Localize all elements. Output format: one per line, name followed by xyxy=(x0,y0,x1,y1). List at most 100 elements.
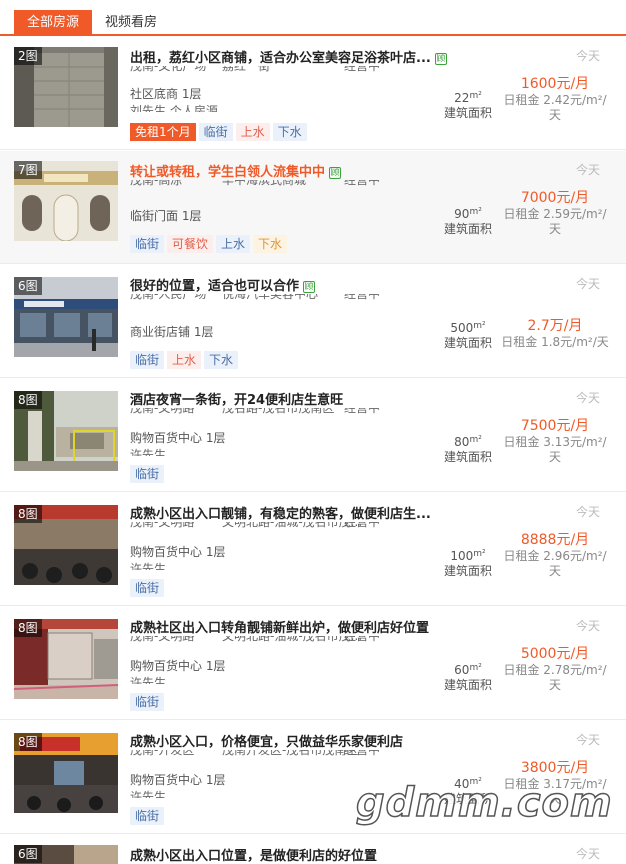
operating-status: 经营中 xyxy=(344,294,381,301)
tag-water-supply: 上水 xyxy=(167,351,202,369)
address-street: 茂名路-茂名市茂南区 xyxy=(222,408,335,415)
verified-icon: 顾 xyxy=(434,53,447,65)
listing-address: 茂南-高凉 华中海滨式商城 经营中 xyxy=(130,180,440,189)
feature-tags: 临街 xyxy=(130,463,167,483)
tag-drainage: 下水 xyxy=(253,235,288,253)
operating-status: 经营中 xyxy=(344,636,381,643)
tag-water-supply: 上水 xyxy=(235,123,270,141)
listing-tabs: 全部房源 视频看房 xyxy=(0,0,626,36)
photo-count-badge: 6图 xyxy=(14,277,42,295)
listing-title[interactable]: 酒店夜宵一条街，开24便利店生意旺 xyxy=(130,393,343,407)
floor-area: 80m² 建筑面积 xyxy=(438,433,498,465)
contact-name: 许先生 xyxy=(130,790,167,798)
feature-tags: 临街 xyxy=(130,805,167,825)
listing-photo[interactable]: 8图 xyxy=(14,619,118,699)
monthly-rent: 8888元/月 xyxy=(520,532,590,548)
listing-title[interactable]: 很好的位置，适合也可以合作 xyxy=(130,279,299,293)
listing-photo[interactable]: 8图 xyxy=(14,733,118,813)
area-unit: m² xyxy=(469,207,482,217)
listing-title[interactable]: 成熟小区出入口位置，是做便利店的好位置 xyxy=(130,849,377,863)
address-district[interactable]: 茂南-人民广场 xyxy=(130,294,206,302)
listing-title[interactable]: 成熟社区出入口转角靓铺新鲜出炉，做便利店好位置 xyxy=(130,621,429,635)
listing-photo[interactable]: 8图 xyxy=(14,391,118,471)
post-date: 今天 xyxy=(575,163,600,177)
monthly-rent: 7000元/月 xyxy=(520,190,590,206)
photo-count-badge: 7图 xyxy=(14,161,42,179)
tag-water-supply: 上水 xyxy=(216,235,251,253)
listing-item[interactable]: 6图 很好的位置，适合也可以合作顾 茂南-人民广场 悦海汽车美容中心 经营中 商… xyxy=(0,265,626,378)
tag-street-facing: 临街 xyxy=(130,351,165,369)
listing-item[interactable]: 6图 成熟小区出入口位置，是做便利店的好位置 今天 xyxy=(0,835,626,864)
listing-title[interactable]: 转让或转租，学生白领人流集中中 xyxy=(130,165,325,179)
listing-contact: 许先生 xyxy=(130,789,330,798)
area-value: 22 xyxy=(454,91,470,105)
listing-title[interactable]: 成熟小区入口，价格便宜，只做益华乐家便利店 xyxy=(130,735,403,749)
listing-photo[interactable]: 8图 xyxy=(14,505,118,585)
photo-count-badge: 2图 xyxy=(14,47,42,65)
verified-icon: 顾 xyxy=(303,281,316,293)
operating-status: 经营中 xyxy=(344,522,381,529)
listing-item[interactable]: 8图 成熟小区出入口靓铺，有稳定的熟客，做便利店生... 茂南-文明路 文明北路… xyxy=(0,493,626,606)
area-unit: m² xyxy=(473,321,486,331)
post-date: 今天 xyxy=(575,505,600,519)
address-district[interactable]: 茂南-文明路 xyxy=(130,408,194,416)
listing-title-row: 很好的位置，适合也可以合作顾 xyxy=(130,275,450,293)
floor-area: 90m² 建筑面积 xyxy=(438,205,498,237)
address-district[interactable]: 茂南-文明路 xyxy=(130,636,194,644)
listing-photo[interactable]: 2图 xyxy=(14,47,118,127)
monthly-rent: 3800元/月 xyxy=(520,760,590,776)
listing-item[interactable]: 7图 转让或转租，学生白领人流集中中顾 茂南-高凉 华中海滨式商城 经营中 临街… xyxy=(0,151,626,264)
tab-all-listings[interactable]: 全部房源 xyxy=(14,10,92,36)
listing-address: 茂南-文明路 文明北路-油城-茂名市茂... 经营中 xyxy=(130,636,440,645)
listing-item[interactable]: 8图 酒店夜宵一条街，开24便利店生意旺 茂南-文明路 茂名路-茂名市茂南区 经… xyxy=(0,379,626,492)
listing-item[interactable]: 8图 成熟社区出入口转角靓铺新鲜出炉，做便利店好位置 茂南-文明路 文明北路-油… xyxy=(0,607,626,720)
floor-area: 500m² 建筑面积 xyxy=(438,319,498,351)
address-street: 文明北路-油城-茂名市茂... xyxy=(222,522,363,529)
photo-count-badge: 8图 xyxy=(14,619,42,637)
area-value: 80 xyxy=(454,435,470,449)
listing-item[interactable]: 2图 出租，荔红小区商铺，适合办公室美容足浴茶叶店... 顾 茂南-文化广场 荔红… xyxy=(0,37,626,150)
listing-photo[interactable]: 6图 xyxy=(14,845,118,864)
tag-food-allowed: 可餐饮 xyxy=(167,235,214,253)
photo-count-badge: 6图 xyxy=(14,845,42,863)
tag-street-facing: 临街 xyxy=(130,807,165,825)
address-street: 荔红一街 xyxy=(222,66,271,73)
area-unit: m² xyxy=(469,435,482,445)
monthly-rent: 2.7万/月 xyxy=(527,318,583,334)
address-district[interactable]: 茂南-高凉 xyxy=(130,180,182,188)
listing-photo[interactable]: 6图 xyxy=(14,277,118,357)
rent-price: 8888元/月 日租金 2.96元/m²/天 xyxy=(500,531,610,579)
verified-icon: 顾 xyxy=(329,167,342,179)
floor-area: 100m² 建筑面积 xyxy=(438,547,498,579)
address-district[interactable]: 茂南-开发区 xyxy=(130,750,194,758)
contact-name: 许先生 xyxy=(130,448,167,456)
monthly-rent: 7500元/月 xyxy=(520,418,590,434)
feature-tags: 临街 上水 下水 xyxy=(130,349,241,369)
address-district[interactable]: 茂南-文化广场 xyxy=(130,66,206,74)
shop-type: 购物百货中心 1层 xyxy=(130,431,226,445)
tab-video-tour[interactable]: 视频看房 xyxy=(96,10,166,36)
area-unit: m² xyxy=(469,91,482,101)
post-date: 今天 xyxy=(575,277,600,291)
shop-type: 社区底商 1层 xyxy=(130,87,202,101)
listing-photo[interactable]: 7图 xyxy=(14,161,118,241)
area-value: 100 xyxy=(450,549,474,563)
listing-title[interactable]: 出租，荔红小区商铺，适合办公室美容足浴茶叶店... xyxy=(130,51,431,65)
listing-title-row: 成熟小区出入口位置，是做便利店的好位置 xyxy=(130,845,450,863)
tag-street-facing: 临街 xyxy=(198,123,233,141)
listing-contact: 许先生 xyxy=(130,447,330,456)
site-watermark: gdmm.com xyxy=(355,779,613,827)
area-value: 500 xyxy=(450,321,474,335)
rent-price: 2.7万/月 日租金 1.8元/m²/天 xyxy=(500,317,610,350)
area-label: 建筑面积 xyxy=(443,678,492,692)
shop-type: 购物百货中心 1层 xyxy=(130,773,226,787)
address-district[interactable]: 茂南-文明路 xyxy=(130,522,194,530)
tag-drainage: 下水 xyxy=(272,123,307,141)
area-value: 60 xyxy=(454,663,470,677)
listing-title[interactable]: 成熟小区出入口靓铺，有稳定的熟客，做便利店生... xyxy=(130,507,430,521)
post-date: 今天 xyxy=(575,733,600,747)
listing-contact: 许先生 xyxy=(130,561,330,570)
monthly-rent: 1600元/月 xyxy=(520,76,590,92)
post-date: 今天 xyxy=(575,847,600,861)
rent-price: 1600元/月 日租金 2.42元/m²/天 xyxy=(500,75,610,123)
